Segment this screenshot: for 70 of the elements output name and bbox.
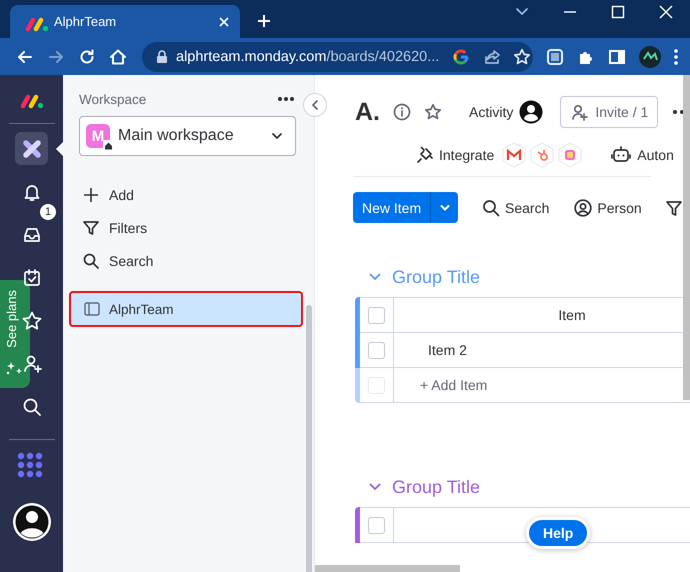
close-icon[interactable] [218, 16, 230, 28]
home-icon[interactable] [108, 46, 128, 66]
dropdown-button[interactable] [430, 192, 458, 223]
avatar-icon [519, 100, 544, 124]
home-icon [103, 140, 114, 151]
plug-icon[interactable] [415, 145, 435, 165]
google-icon[interactable] [451, 46, 472, 66]
profile-avatar-icon[interactable] [638, 44, 662, 68]
activity-link[interactable]: Activity [469, 104, 514, 120]
add-item-link[interactable]: + Add Item [420, 377, 488, 393]
plus-icon [82, 186, 100, 204]
search-icon [20, 396, 42, 418]
sidebar-action[interactable]: Filters [79, 211, 296, 244]
close-icon[interactable] [659, 5, 673, 19]
person-icon [574, 198, 592, 216]
search-icon [82, 252, 100, 270]
workspace-dropdown[interactable]: M Main workspace [79, 116, 296, 156]
person-filter-button[interactable]: Person [574, 198, 642, 216]
star-icon[interactable] [424, 103, 442, 121]
info-icon[interactable] [393, 103, 411, 121]
new-item-button[interactable]: New Item [353, 192, 430, 223]
user-avatar-icon[interactable] [12, 502, 52, 542]
scrollbar[interactable] [306, 305, 312, 572]
hub-app-icon [529, 142, 556, 168]
integrate-link[interactable]: Integrate [439, 147, 494, 163]
filter-icon [82, 218, 100, 236]
scrollbar[interactable] [683, 75, 690, 400]
automate-link[interactable]: Auton [637, 147, 674, 163]
add-person-icon [570, 103, 588, 121]
chevron-down-icon[interactable] [368, 482, 382, 492]
checkbox[interactable] [368, 306, 385, 324]
screenshot-icon[interactable] [544, 46, 564, 66]
chevron-down-icon[interactable] [515, 7, 529, 17]
sidebar-action[interactable]: Search [79, 244, 296, 277]
column-header: Item [558, 307, 586, 323]
invite-button[interactable]: Invite / 1 [560, 96, 658, 128]
chevron-down-icon [438, 204, 450, 212]
mail-app-icon [501, 142, 528, 168]
board-title: A. [355, 98, 380, 126]
sidebar-action[interactable]: Add [79, 178, 296, 211]
robot-icon[interactable] [611, 146, 632, 164]
item-name: Item 2 [428, 342, 467, 358]
board-icon [84, 302, 100, 316]
notification-count: 1 [40, 204, 56, 220]
checkbox[interactable] [368, 516, 385, 534]
board-item[interactable]: AlphrTeam [71, 293, 301, 325]
scrollbar[interactable] [315, 565, 460, 572]
search-icon [482, 198, 500, 216]
more-icon[interactable] [672, 48, 678, 66]
gradient-app-icon [557, 142, 584, 168]
chevron-down-icon [271, 132, 283, 140]
see-plans-tab[interactable]: See plans [0, 280, 30, 388]
section-title: Workspace [79, 92, 146, 106]
browser-tab[interactable]: AlphrTeam [10, 5, 240, 38]
checkbox[interactable] [368, 342, 385, 358]
url-text: alphrteam.monday.com/boards/402620... [176, 48, 440, 64]
address-bar[interactable]: alphrteam.monday.com/boards/402620... [142, 42, 533, 72]
star-icon [20, 310, 42, 332]
help-button[interactable]: Help [526, 517, 590, 549]
group-title[interactable]: Group Title [392, 476, 480, 498]
maximize-icon[interactable] [611, 5, 625, 19]
add-row-bar [355, 368, 360, 403]
more-icon[interactable] [277, 96, 295, 102]
filter-icon[interactable] [664, 198, 683, 216]
search-button[interactable]: Search [482, 198, 550, 216]
chevron-left-icon [311, 99, 319, 111]
workspaces-icon [20, 138, 42, 160]
share-icon[interactable] [483, 48, 502, 66]
lock-icon [156, 50, 168, 64]
new-tab-icon[interactable] [257, 14, 271, 28]
